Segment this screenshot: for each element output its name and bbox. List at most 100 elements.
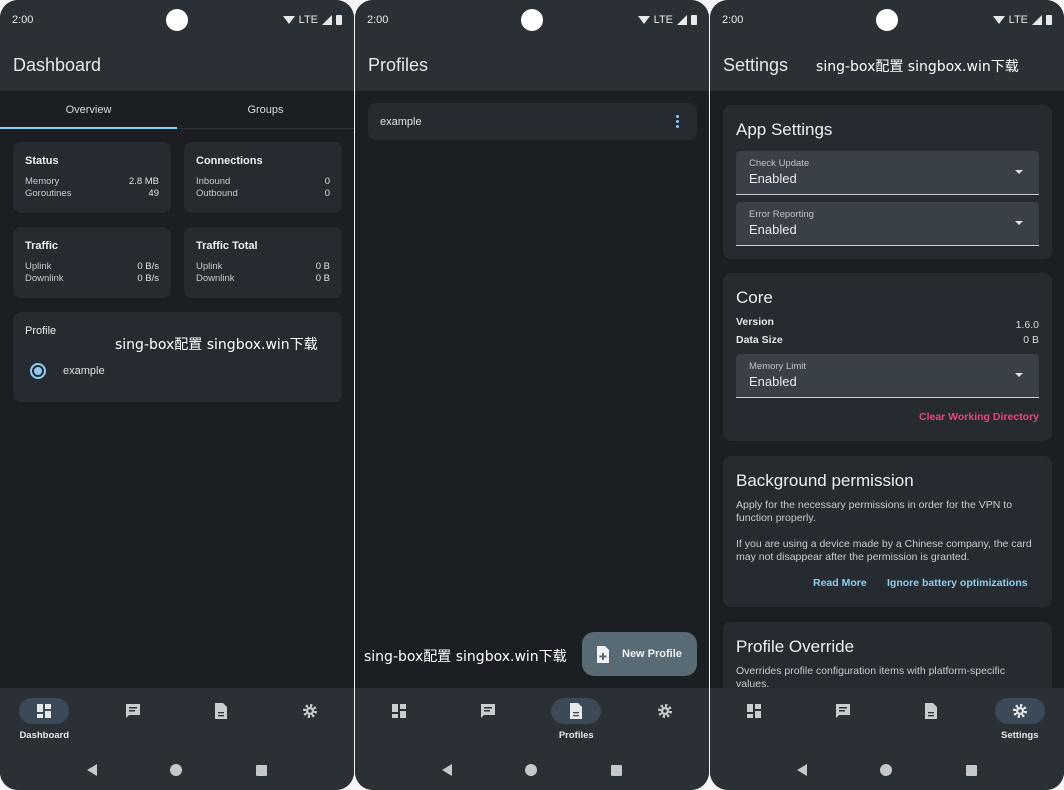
battery-icon bbox=[336, 15, 342, 25]
memory-limit-value: Enabled bbox=[749, 374, 797, 389]
nav-profiles[interactable]: Profiles bbox=[532, 688, 621, 750]
home-icon[interactable] bbox=[525, 764, 538, 776]
check-update-value: Enabled bbox=[749, 171, 797, 186]
memory-label: Memory bbox=[25, 176, 60, 187]
data-size-value: 0 B bbox=[1023, 334, 1039, 346]
traffic-card: Traffic Uplink 0 B/s Downlink 0 B/s bbox=[13, 227, 171, 298]
recents-icon[interactable] bbox=[966, 764, 978, 776]
profile-card: Profile example bbox=[13, 312, 342, 402]
back-icon[interactable] bbox=[86, 764, 97, 776]
profile-item-name: example bbox=[380, 115, 422, 128]
check-update-dropdown[interactable]: Check Update Enabled bbox=[736, 151, 1039, 195]
nav-settings[interactable]: Settings bbox=[976, 688, 1064, 750]
dashboard-icon bbox=[374, 698, 424, 724]
bottom-navigation: Profiles bbox=[355, 688, 709, 750]
total-downlink-row: Downlink 0 B bbox=[196, 273, 330, 284]
dropdown-arrow-icon bbox=[1015, 170, 1023, 174]
traffic-total-card-title: Traffic Total bbox=[196, 240, 258, 252]
tab-groups[interactable]: Groups bbox=[177, 91, 354, 128]
status-bar: 2:00 LTE bbox=[355, 0, 709, 40]
read-more-button[interactable]: Read More bbox=[813, 577, 867, 589]
error-reporting-dropdown[interactable]: Error Reporting Enabled bbox=[736, 202, 1039, 246]
total-uplink-value: 0 B bbox=[315, 261, 330, 272]
dashboard-icon bbox=[729, 698, 779, 724]
status-time: 2:00 bbox=[12, 14, 34, 26]
nav-logs[interactable] bbox=[799, 688, 888, 750]
network-type: LTE bbox=[298, 14, 318, 26]
watermark-text: sing-box配置 singbox.win下载 bbox=[364, 649, 567, 665]
traffic-total-card: Traffic Total Uplink 0 B Downlink 0 B bbox=[184, 227, 342, 298]
watermark-text: sing-box配置 singbox.win下载 bbox=[816, 58, 1019, 75]
background-permission-title: Background permission bbox=[736, 471, 914, 490]
wifi-icon bbox=[282, 16, 295, 24]
nav-dashboard[interactable] bbox=[710, 688, 799, 750]
clear-working-directory-button[interactable]: Clear Working Directory bbox=[919, 411, 1039, 423]
memory-limit-dropdown[interactable]: Memory Limit Enabled bbox=[736, 354, 1039, 398]
nav-logs[interactable] bbox=[444, 688, 533, 750]
wifi-icon bbox=[992, 16, 1005, 24]
camera-cutout bbox=[166, 9, 188, 31]
version-row: Version 1.6.0 bbox=[736, 316, 1039, 331]
nav-dashboard[interactable]: Dashboard bbox=[0, 688, 89, 750]
radio-selected-icon[interactable] bbox=[30, 363, 46, 379]
total-downlink-label: Downlink bbox=[196, 273, 235, 284]
profile-option-label: example bbox=[63, 365, 105, 377]
nav-profiles[interactable] bbox=[177, 688, 266, 750]
home-icon[interactable] bbox=[170, 764, 183, 776]
data-size-label: Data Size bbox=[736, 334, 783, 346]
tab-overview[interactable]: Overview bbox=[0, 91, 177, 129]
downlink-value: 0 B/s bbox=[137, 273, 159, 284]
new-file-icon bbox=[597, 645, 609, 663]
nav-logs[interactable] bbox=[89, 688, 178, 750]
dashboard-tabs: Overview Groups bbox=[0, 91, 354, 129]
status-time: 2:00 bbox=[367, 14, 389, 26]
uplink-value: 0 B/s bbox=[137, 261, 159, 272]
phone-settings: 2:00 LTE Settings sing-box配置 singbox.win… bbox=[710, 0, 1064, 790]
outbound-value: 0 bbox=[324, 188, 330, 199]
profile-list-item[interactable]: example bbox=[368, 103, 697, 140]
nav-dashboard[interactable] bbox=[355, 688, 444, 750]
recents-icon[interactable] bbox=[256, 764, 268, 776]
back-icon[interactable] bbox=[796, 764, 807, 776]
background-permission-text: Apply for the necessary permissions in o… bbox=[736, 499, 1013, 524]
inbound-label: Inbound bbox=[196, 176, 231, 187]
total-downlink-value: 0 B bbox=[315, 273, 330, 284]
goroutines-label: Goroutines bbox=[25, 188, 72, 199]
nav-profiles[interactable] bbox=[887, 688, 976, 750]
error-reporting-value: Enabled bbox=[749, 222, 797, 237]
traffic-card-title: Traffic bbox=[25, 240, 59, 252]
connections-card: Connections Inbound 0 Outbound 0 bbox=[184, 142, 342, 213]
core-card: Core Version 1.6.0 Data Size 0 B Memory … bbox=[723, 273, 1052, 441]
dropdown-arrow-icon bbox=[1015, 221, 1023, 225]
new-profile-button[interactable]: New Profile bbox=[582, 632, 697, 676]
downlink-label: Downlink bbox=[25, 273, 64, 284]
nav-settings[interactable] bbox=[266, 688, 355, 750]
memory-value: 2.8 MB bbox=[128, 176, 159, 187]
error-reporting-label: Error Reporting bbox=[749, 209, 814, 220]
nav-dashboard-label: Dashboard bbox=[19, 730, 70, 741]
background-permission-note: If you are using a device made by a Chin… bbox=[736, 538, 1032, 563]
file-icon bbox=[906, 698, 956, 724]
recents-icon[interactable] bbox=[611, 764, 623, 776]
app-settings-title: App Settings bbox=[736, 120, 833, 139]
outbound-row: Outbound 0 bbox=[196, 188, 330, 199]
system-navigation bbox=[710, 750, 1064, 790]
goroutines-row: Goroutines 49 bbox=[25, 188, 159, 199]
file-icon bbox=[196, 698, 246, 724]
more-vert-icon[interactable] bbox=[676, 115, 679, 128]
back-icon[interactable] bbox=[441, 764, 452, 776]
ignore-battery-optimizations-button[interactable]: Ignore battery optimizations bbox=[887, 577, 1028, 589]
phone-profiles: 2:00 LTE Profiles example sing-box配置 sin… bbox=[355, 0, 709, 790]
profile-option[interactable]: example bbox=[30, 363, 105, 379]
status-time: 2:00 bbox=[722, 14, 744, 26]
system-navigation bbox=[355, 750, 709, 790]
total-uplink-label: Uplink bbox=[196, 261, 223, 272]
uplink-label: Uplink bbox=[25, 261, 52, 272]
status-card: Status Memory 2.8 MB Goroutines 49 bbox=[13, 142, 171, 213]
app-settings-card: App Settings Check Update Enabled Error … bbox=[723, 105, 1052, 259]
battery-icon bbox=[691, 15, 697, 25]
file-icon bbox=[551, 698, 602, 724]
phone-dashboard: 2:00 LTE Dashboard Overview Groups Statu… bbox=[0, 0, 354, 790]
nav-settings[interactable] bbox=[621, 688, 710, 750]
home-icon[interactable] bbox=[880, 764, 893, 776]
